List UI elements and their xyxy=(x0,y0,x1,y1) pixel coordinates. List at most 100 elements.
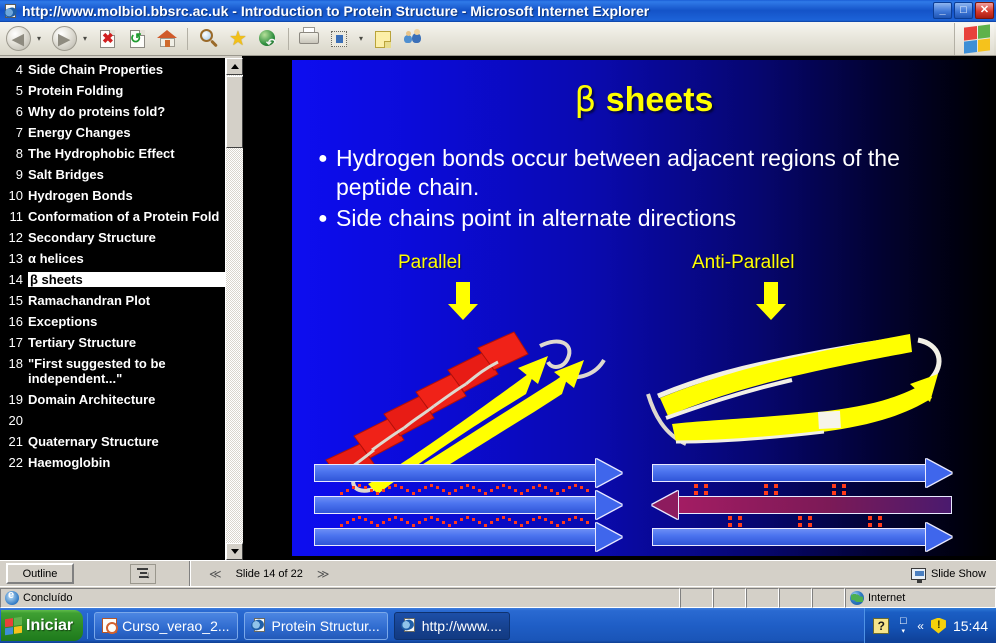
outline-scrollbar[interactable] xyxy=(225,58,243,560)
taskbar-clock[interactable]: 15:44 xyxy=(953,618,988,634)
slide-pane: β sheets ● Hydrogen bonds occur between … xyxy=(254,56,996,560)
close-button[interactable]: ✕ xyxy=(975,2,994,19)
search-button[interactable] xyxy=(194,25,222,53)
tab-outline[interactable]: Outline xyxy=(6,563,74,584)
window-titlebar[interactable]: http://www.molbiol.bbsrc.ac.uk - Introdu… xyxy=(0,0,996,22)
outline-item-5[interactable]: 5 Protein Folding xyxy=(0,80,228,101)
slide-bullet-2: ● Side chains point in alternate directi… xyxy=(314,204,974,233)
powerpoint-status-bar: Outline ↓ ≪ Slide 14 of 22 ≫ Slide Show xyxy=(0,560,996,587)
history-button[interactable]: ↶ xyxy=(254,25,282,53)
outline-item-14-selected[interactable]: 14 β sheets xyxy=(0,269,228,290)
ie-document-icon xyxy=(3,3,19,19)
expand-all-button[interactable]: ↓ xyxy=(130,563,156,584)
scroll-down-button[interactable] xyxy=(226,543,243,560)
next-slide-button[interactable]: ≫ xyxy=(317,567,330,581)
outline-item-17[interactable]: 17 Tertiary Structure xyxy=(0,332,228,353)
slideshow-button[interactable]: Slide Show xyxy=(910,567,986,583)
scroll-up-button[interactable] xyxy=(226,58,243,75)
previous-slide-button[interactable]: ≪ xyxy=(209,567,222,581)
brand-logo xyxy=(954,23,994,55)
outline-item-label: β sheets xyxy=(28,272,228,287)
outline-item-number: 12 xyxy=(8,230,23,245)
scrollbar-thumb[interactable] xyxy=(226,76,243,148)
home-house-icon xyxy=(157,29,177,38)
outline-item-number: 11 xyxy=(9,209,24,224)
outline-item-label: Haemoglobin xyxy=(28,455,111,470)
label-antiparallel: Anti-Parallel xyxy=(692,252,795,273)
parallel-down-arrow-icon xyxy=(448,282,478,320)
slide-counter: Slide 14 of 22 xyxy=(235,567,303,580)
outline-pane[interactable]: 3 Side Chain Structures 4 Side Chain Pro… xyxy=(0,56,254,560)
antiparallel-hydrogen-bonds xyxy=(694,484,882,527)
status-slot-1 xyxy=(680,587,713,608)
outline-item-16[interactable]: 16 Exceptions xyxy=(0,311,228,332)
stop-button[interactable]: ✖ xyxy=(93,25,121,53)
display-icon[interactable]: ☐ ▾ xyxy=(896,616,910,635)
slide-canvas[interactable]: β sheets ● Hydrogen bonds occur between … xyxy=(292,60,996,556)
forward-button[interactable]: ▶ xyxy=(50,25,78,53)
outline-item-20[interactable]: 20 xyxy=(0,410,228,431)
outline-item-22[interactable]: 22 Haemoglobin xyxy=(0,452,228,473)
outline-item-number: 14 xyxy=(8,272,23,287)
back-button[interactable]: ◀ xyxy=(4,25,32,53)
toolbar-divider xyxy=(187,27,188,50)
start-button[interactable]: Iniciar xyxy=(1,610,84,641)
discuss-button[interactable] xyxy=(369,25,397,53)
outline-item-label: Energy Changes xyxy=(28,125,131,140)
expand-all-icon: ↓ xyxy=(136,568,151,581)
internet-explorer-window: http://www.molbiol.bbsrc.ac.uk - Introdu… xyxy=(0,0,996,643)
home-button[interactable] xyxy=(153,25,181,53)
edit-button[interactable] xyxy=(325,25,353,53)
outline-item-18[interactable]: 18 "First suggested to be independent...… xyxy=(0,353,228,389)
ie-e-icon xyxy=(5,589,19,605)
taskbar-button-powerpoint[interactable]: Curso_verao_2... xyxy=(94,611,238,640)
status-divider xyxy=(189,560,191,587)
outline-item-7[interactable]: 7 Energy Changes xyxy=(0,122,228,143)
minimize-button[interactable]: _ xyxy=(933,2,952,19)
outline-item-12[interactable]: 12 Secondary Structure xyxy=(0,227,228,248)
outline-item-label: Hydrogen Bonds xyxy=(28,188,133,203)
outline-item-label: Secondary Structure xyxy=(28,230,156,245)
outline-item-13[interactable]: 13 α helices xyxy=(0,248,228,269)
outline-item-19[interactable]: 19 Domain Architecture xyxy=(0,389,228,410)
forward-dropdown[interactable]: ▾ xyxy=(78,25,92,53)
taskbar-button-label: http://www.... xyxy=(421,617,502,634)
security-zone-label: Internet xyxy=(868,591,906,604)
outline-item-10[interactable]: 10 Hydrogen Bonds xyxy=(0,185,228,206)
security-zone-panel[interactable]: Internet xyxy=(845,587,996,608)
outline-item-15[interactable]: 15 Ramachandran Plot xyxy=(0,290,228,311)
outline-item-8[interactable]: 8 The Hydrophobic Effect xyxy=(0,143,228,164)
outline-item-21[interactable]: 21 Quaternary Structure xyxy=(0,431,228,452)
outline-item-label: α helices xyxy=(28,251,84,266)
slide-bullet-1: ● Hydrogen bonds occur between adjacent … xyxy=(314,144,974,202)
refresh-button[interactable]: ↺ xyxy=(123,25,151,53)
outline-item-number: 20 xyxy=(8,413,23,428)
taskbar-button-protein-structure[interactable]: Protein Structur... xyxy=(243,611,388,640)
favorites-button[interactable]: ★ xyxy=(224,25,252,53)
help-question-icon[interactable]: ? xyxy=(873,617,890,634)
antiparallel-arrow-diagram xyxy=(652,459,970,551)
messenger-people-icon xyxy=(404,28,422,47)
security-shield-icon[interactable] xyxy=(931,618,946,634)
outline-item-number: 6 xyxy=(15,104,23,119)
ie-document-icon xyxy=(249,618,267,633)
messenger-button[interactable] xyxy=(399,25,427,53)
forward-arrow-icon: ▶ xyxy=(51,26,77,51)
print-button[interactable] xyxy=(295,25,323,53)
taskbar-button-current-page[interactable]: http://www.... xyxy=(393,611,510,640)
outline-item-number: 19 xyxy=(8,392,23,407)
home-house-door xyxy=(165,39,170,47)
page-content: 3 Side Chain Structures 4 Side Chain Pro… xyxy=(0,56,996,560)
restore-button[interactable]: □ xyxy=(954,2,973,19)
status-slot-4 xyxy=(779,587,812,608)
outline-item-number: 22 xyxy=(8,455,23,470)
edit-dropdown[interactable]: ▾ xyxy=(354,25,368,53)
outline-item-11[interactable]: 11 Conformation of a Protein Fold xyxy=(0,206,228,227)
tray-expand-button[interactable]: « xyxy=(917,619,924,633)
antiparallel-down-arrow-icon xyxy=(756,282,786,320)
outline-item-4[interactable]: 4 Side Chain Properties xyxy=(0,59,228,80)
outline-item-6[interactable]: 6 Why do proteins fold? xyxy=(0,101,228,122)
outline-item-9[interactable]: 9 Salt Bridges xyxy=(0,164,228,185)
back-dropdown[interactable]: ▾ xyxy=(32,25,46,53)
parallel-hydrogen-bonds xyxy=(340,484,589,527)
